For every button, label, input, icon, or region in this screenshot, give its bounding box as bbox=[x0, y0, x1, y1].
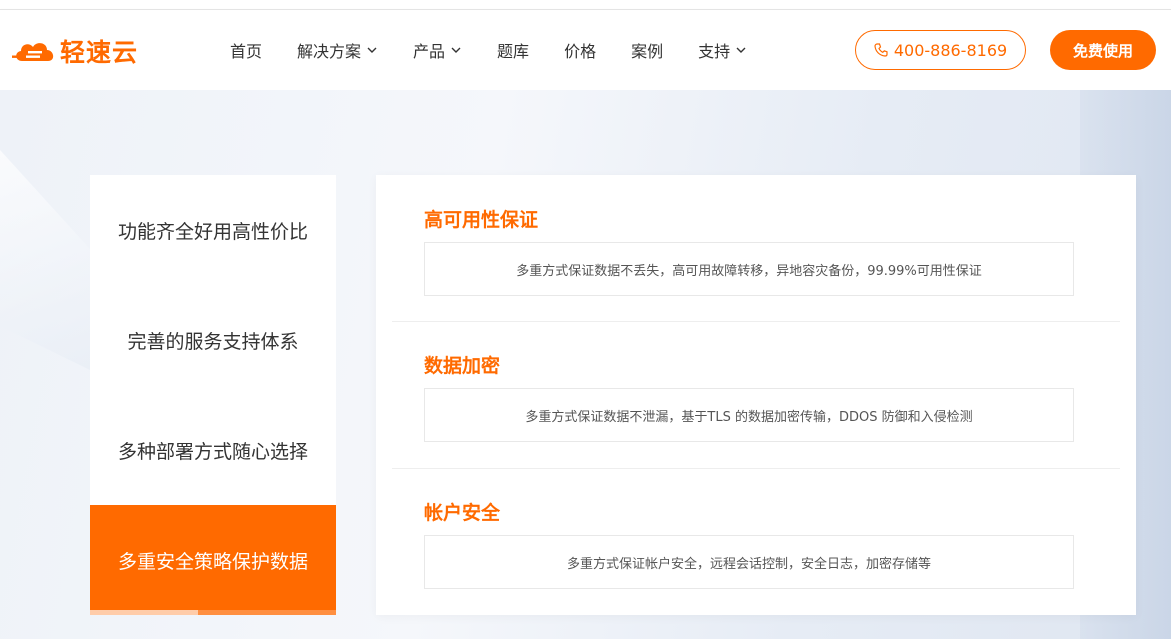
feature-account-security: 帐户安全 多重方式保证帐户安全，远程会话控制，安全日志，加密存储等 bbox=[424, 498, 1074, 589]
chevron-down-icon bbox=[367, 47, 377, 53]
chevron-down-icon bbox=[451, 47, 461, 53]
site-header: 轻速云 首页 解决方案 产品 题库 价格 案例 支持 400-886-8169 bbox=[0, 10, 1171, 90]
feature-tab-label: 多种部署方式随心选择 bbox=[117, 440, 308, 463]
feature-description: 多重方式保证数据不丢失，高可用故障转移，异地容灾备份，99.99%可用性保证 bbox=[424, 242, 1074, 296]
tab-progress-fill bbox=[90, 610, 199, 615]
logo-text: 轻速云 bbox=[60, 38, 139, 67]
nav-label: 题库 bbox=[497, 42, 530, 61]
feature-tab-label: 多重安全策略保护数据 bbox=[117, 550, 308, 573]
bg-shape-left bbox=[0, 150, 90, 370]
nav-label: 价格 bbox=[564, 42, 597, 61]
top-strip bbox=[0, 0, 1171, 10]
feature-tabs: 功能齐全好用高性价比 完善的服务支持体系 多种部署方式随心选择 多重安全策略保护… bbox=[90, 175, 336, 615]
feature-detail-panel: 高可用性保证 多重方式保证数据不丢失，高可用故障转移，异地容灾备份，99.99%… bbox=[376, 175, 1136, 615]
nav-label: 解决方案 bbox=[297, 42, 362, 61]
nav-home[interactable]: 首页 bbox=[230, 10, 262, 90]
feature-high-availability: 高可用性保证 多重方式保证数据不丢失，高可用故障转移，异地容灾备份，99.99%… bbox=[424, 205, 1074, 296]
feature-tab-deployment[interactable]: 多种部署方式随心选择 bbox=[90, 395, 336, 505]
nav-cases[interactable]: 案例 bbox=[631, 10, 663, 90]
feature-tab-label: 功能齐全好用高性价比 bbox=[117, 220, 308, 243]
nav-label: 首页 bbox=[230, 42, 263, 61]
nav-pricing[interactable]: 价格 bbox=[564, 10, 596, 90]
chevron-down-icon bbox=[736, 47, 746, 53]
nav-question-bank[interactable]: 题库 bbox=[497, 10, 529, 90]
main-nav: 首页 解决方案 产品 题库 价格 案例 支持 bbox=[212, 10, 747, 90]
nav-label: 支持 bbox=[698, 42, 731, 61]
feature-title: 数据加密 bbox=[424, 355, 501, 377]
feature-tab-service-support[interactable]: 完善的服务支持体系 bbox=[90, 285, 336, 395]
feature-tab-full-featured[interactable]: 功能齐全好用高性价比 bbox=[90, 175, 336, 285]
feature-tab-label: 完善的服务支持体系 bbox=[127, 330, 299, 353]
tab-progress-bar bbox=[90, 610, 336, 615]
nav-label: 产品 bbox=[413, 42, 446, 61]
nav-products[interactable]: 产品 bbox=[413, 10, 462, 90]
feature-tab-security[interactable]: 多重安全策略保护数据 bbox=[90, 505, 336, 615]
feature-title: 帐户安全 bbox=[424, 502, 501, 524]
phone-button[interactable]: 400-886-8169 bbox=[855, 30, 1026, 70]
phone-icon bbox=[874, 43, 888, 57]
divider bbox=[392, 321, 1120, 322]
phone-number: 400-886-8169 bbox=[893, 40, 1008, 60]
feature-title: 高可用性保证 bbox=[424, 209, 539, 231]
nav-solutions[interactable]: 解决方案 bbox=[297, 10, 378, 90]
feature-description: 多重方式保证数据不泄漏，基于TLS 的数据加密传输，DDOS 防御和入侵检测 bbox=[424, 388, 1074, 442]
nav-support[interactable]: 支持 bbox=[698, 10, 747, 90]
cloud-logo-icon bbox=[12, 43, 54, 61]
feature-data-encryption: 数据加密 多重方式保证数据不泄漏，基于TLS 的数据加密传输，DDOS 防御和入… bbox=[424, 351, 1074, 442]
feature-description: 多重方式保证帐户安全，远程会话控制，安全日志，加密存储等 bbox=[424, 535, 1074, 589]
nav-label: 案例 bbox=[631, 42, 664, 61]
logo[interactable]: 轻速云 bbox=[12, 36, 139, 67]
divider bbox=[392, 468, 1120, 469]
free-trial-button[interactable]: 免费使用 bbox=[1050, 30, 1156, 70]
